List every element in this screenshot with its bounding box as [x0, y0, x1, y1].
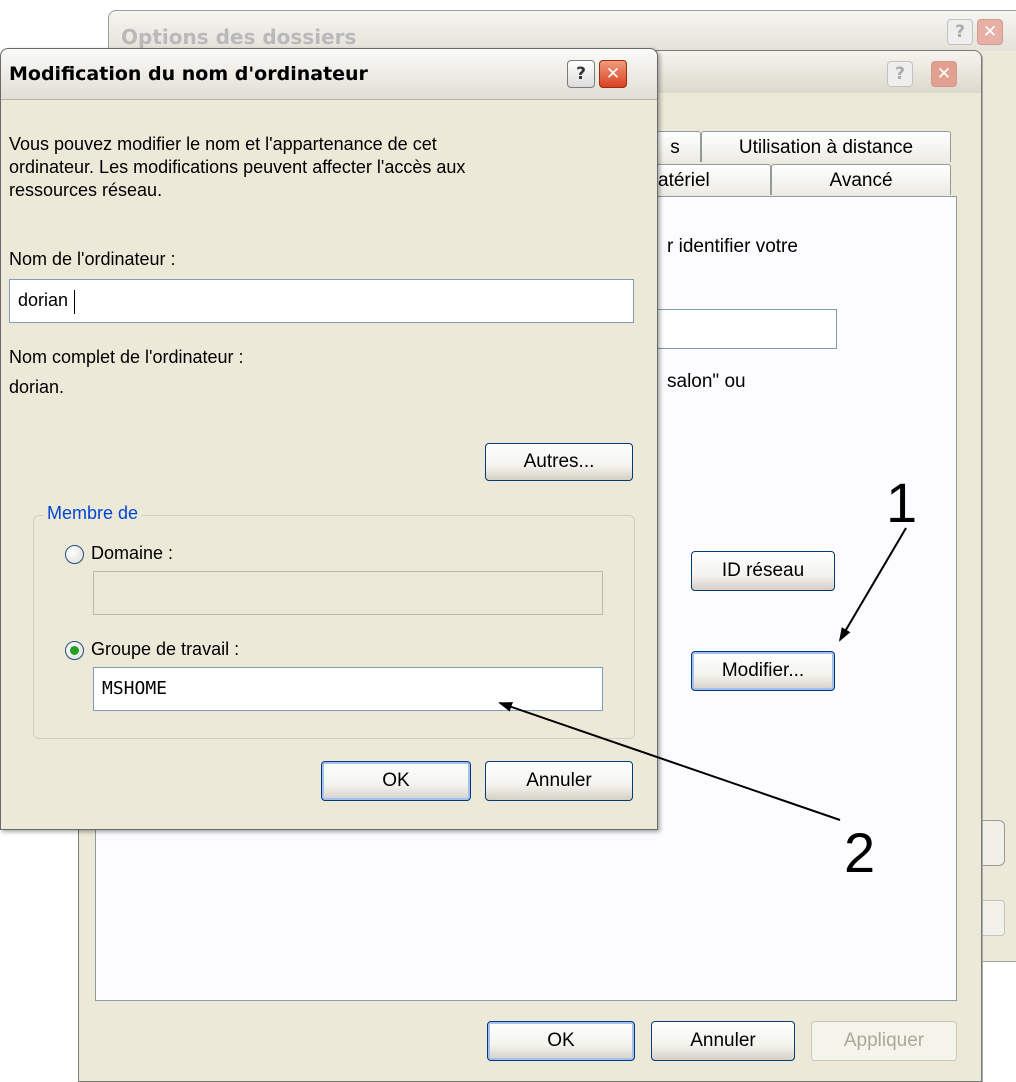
annotation-arrow-2 [498, 702, 841, 821]
annotation-arrow-1 [838, 527, 907, 642]
annotation-label-2: 2 [844, 821, 876, 884]
annotation-overlay [498, 527, 907, 821]
annotation-label-1: 1 [886, 471, 918, 534]
